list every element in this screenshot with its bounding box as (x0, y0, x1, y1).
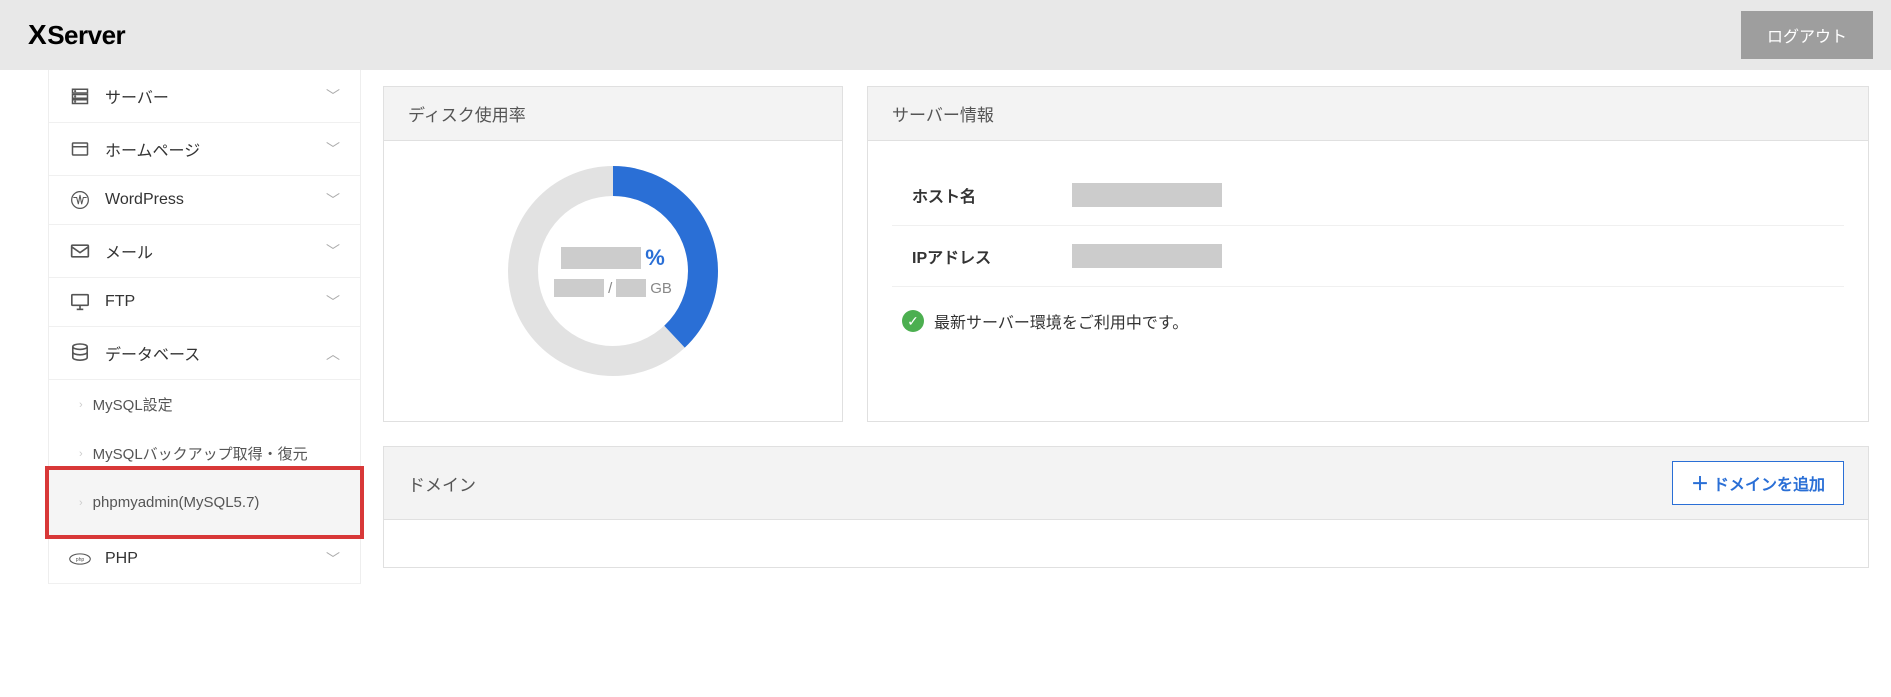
sidebar-item-database[interactable]: データベース ﹀ (49, 327, 360, 380)
chevron-down-icon: ﹀ (326, 241, 340, 261)
disk-usage-chart: % / GB (503, 161, 723, 381)
sidebar-item-label: サーバー (105, 84, 326, 108)
panel-title: ディスク使用率 (384, 87, 842, 141)
browser-icon (69, 141, 91, 157)
sidebar-item-server[interactable]: サーバー ﹀ (49, 70, 360, 123)
sidebar-item-homepage[interactable]: ホームページ ﹀ (49, 123, 360, 176)
logo: XXServerServer (28, 19, 125, 51)
logout-button[interactable]: ログアウト (1741, 11, 1873, 59)
svg-text:php: php (76, 557, 85, 563)
chevron-right-icon: › (79, 497, 83, 509)
mail-icon (69, 243, 91, 259)
info-row-hostname: ホスト名 (892, 165, 1844, 226)
wordpress-icon (69, 190, 91, 210)
percent-sign: % (645, 245, 665, 271)
chevron-down-icon: ﹀ (326, 139, 340, 159)
check-circle-icon: ✓ (902, 310, 924, 332)
panel-title: サーバー情報 (868, 87, 1868, 141)
sidebar-subitem-label: MySQLバックアップ取得・復元 (93, 443, 308, 464)
redacted-value (561, 247, 641, 269)
unit-label: GB (650, 280, 672, 297)
chevron-down-icon: ﹀ (326, 86, 340, 106)
sidebar-subitem-mysql-settings[interactable]: › MySQL設定 (49, 380, 360, 429)
info-label: IPアドレス (912, 244, 1072, 268)
sidebar-item-label: WordPress (105, 191, 326, 209)
php-icon: php (69, 552, 91, 566)
sidebar-subitem-mysql-backup[interactable]: › MySQLバックアップ取得・復元 (49, 429, 360, 470)
sidebar-subitem-phpmyadmin[interactable]: › phpmyadmin(MySQL5.7) (49, 470, 360, 535)
redacted-value (1072, 183, 1222, 207)
redacted-value (1072, 244, 1222, 268)
sidebar-item-label: ホームページ (105, 137, 326, 161)
status-text: 最新サーバー環境をご利用中です。 (934, 309, 1188, 333)
sidebar-item-ftp[interactable]: FTP ﹀ (49, 278, 360, 327)
chevron-down-icon: ﹀ (326, 190, 340, 210)
sidebar-subitem-label: phpmyadmin(MySQL5.7) (93, 494, 260, 511)
monitor-icon (69, 293, 91, 311)
sidebar-item-label: メール (105, 239, 326, 263)
app-header: XXServerServer ログアウト (0, 0, 1891, 70)
sidebar-subitem-label: MySQL設定 (93, 394, 173, 415)
disk-usage-panel: ディスク使用率 % (383, 86, 843, 422)
main-content: ディスク使用率 % (361, 70, 1891, 584)
info-label: ホスト名 (912, 183, 1072, 207)
chevron-up-icon: ﹀ (326, 343, 340, 363)
highlight-annotation: › phpmyadmin(MySQL5.7) (45, 466, 364, 539)
sidebar-item-label: FTP (105, 293, 326, 311)
chevron-down-icon: ﹀ (326, 549, 340, 569)
redacted-value (616, 279, 646, 297)
status-row: ✓ 最新サーバー環境をご利用中です。 (892, 287, 1844, 343)
info-row-ip: IPアドレス (892, 226, 1844, 287)
redacted-value (554, 279, 604, 297)
chevron-right-icon: › (79, 448, 83, 460)
domain-panel: ドメイン ＋ ドメインを追加 (383, 446, 1869, 568)
server-info-panel: サーバー情報 ホスト名 IPアドレス ✓ 最新サーバー環境をご利用中です。 (867, 86, 1869, 422)
sidebar-item-wordpress[interactable]: WordPress ﹀ (49, 176, 360, 225)
add-domain-button[interactable]: ＋ ドメインを追加 (1672, 461, 1844, 505)
chevron-down-icon: ﹀ (326, 292, 340, 312)
server-icon (69, 87, 91, 105)
sidebar-item-label: PHP (105, 550, 326, 568)
sidebar-item-mail[interactable]: メール ﹀ (49, 225, 360, 278)
sidebar-item-php[interactable]: php PHP ﹀ (49, 535, 360, 584)
sidebar: サーバー ﹀ ホームページ ﹀ WordPress ﹀ メール ﹀ (48, 70, 361, 584)
chevron-right-icon: › (79, 399, 83, 411)
sidebar-item-label: データベース (105, 341, 326, 365)
database-icon (69, 343, 91, 363)
panel-title: ドメイン (408, 471, 476, 496)
plus-icon: ＋ (1691, 470, 1709, 496)
